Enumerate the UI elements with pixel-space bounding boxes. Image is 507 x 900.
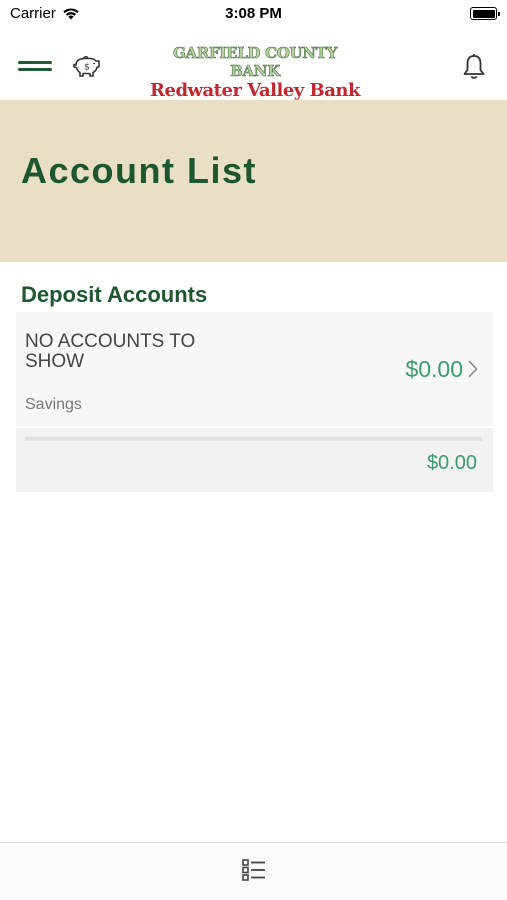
total-divider: [25, 437, 482, 441]
notifications-button[interactable]: [461, 53, 487, 81]
logo-line2: Redwater Valley Bank: [150, 80, 360, 101]
chevron-right-icon: [468, 360, 478, 378]
section-total-row: $0.00: [16, 428, 493, 492]
clock: 3:08 PM: [225, 5, 282, 22]
piggy-bank-icon: $: [73, 56, 100, 77]
status-bar: Carrier 3:08 PM: [0, 0, 507, 28]
menu-icon-bar-top: [18, 61, 52, 64]
menu-icon-bar-bottom: [18, 68, 52, 71]
account-card[interactable]: NO ACCOUNTS TO SHOW $0.00 Savings: [16, 312, 493, 426]
bell-icon: [463, 54, 485, 79]
tab-account-list[interactable]: [241, 857, 267, 883]
page-banner: Account List: [0, 100, 507, 262]
battery-icon: [470, 7, 500, 20]
account-balance: $0.00: [405, 356, 463, 382]
account-list-icon: [242, 859, 265, 881]
menu-button[interactable]: [18, 59, 52, 73]
account-name: NO ACCOUNTS TO SHOW: [25, 331, 196, 372]
page-title: Account List: [21, 150, 258, 191]
bottom-tab-bar: [0, 842, 507, 900]
section-total-amount: $0.00: [426, 452, 477, 474]
svg-text:$: $: [84, 63, 90, 73]
bank-logo: GARFIELD COUNTY BANK Redwater Valley Ban…: [150, 44, 360, 101]
account-type: Savings: [25, 396, 82, 413]
logo-line1: GARFIELD COUNTY BANK: [173, 44, 338, 81]
app-header: $ GARFIELD COUNTY BANK Redwater Valley B…: [0, 28, 507, 101]
piggy-bank-button[interactable]: $: [72, 54, 102, 80]
section-title-deposit-accounts: Deposit Accounts: [21, 282, 208, 307]
